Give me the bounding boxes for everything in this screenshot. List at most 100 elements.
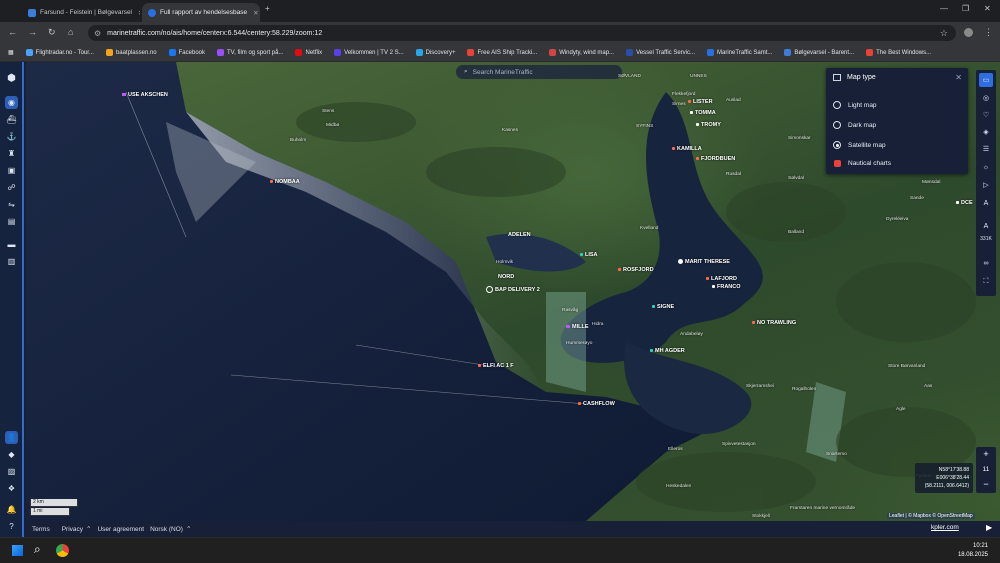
tab-farsund[interactable]: Farsund - Feistein | Bølgevarsel ✕ — [22, 3, 140, 22]
container-icon[interactable]: ▣ — [5, 164, 18, 177]
bookmark-item[interactable]: Windyty, wind map... — [549, 49, 614, 56]
reload-icon[interactable]: ↻ — [48, 27, 56, 38]
route-icon[interactable]: ⇋ — [5, 198, 18, 211]
vessel-marker[interactable]: SIGNE — [652, 304, 674, 310]
vessel-marker[interactable]: ELFI AC 1 F — [478, 363, 514, 369]
search-input[interactable]: ⌕ Search MarineTraffic — [456, 65, 622, 79]
footer-user-agreement[interactable]: User agreement — [97, 526, 144, 533]
bookmark-item[interactable]: TV, film og sport på... — [217, 49, 283, 56]
vessel-marker[interactable]: FRANCO — [712, 284, 741, 290]
vessel-marker[interactable]: LISA — [580, 252, 598, 258]
zoom-out-button[interactable]: − — [976, 479, 996, 489]
play-icon[interactable]: ▷ — [979, 178, 993, 192]
footer-language[interactable]: Norsk (NO) — [150, 526, 183, 533]
vessel-marker[interactable]: MARIT THERESE — [678, 259, 730, 265]
user-icon[interactable]: 👤 — [5, 431, 18, 444]
vessel-marker[interactable]: USE AKSCHEN — [122, 92, 168, 98]
map-type-dark[interactable]: Dark map — [833, 121, 876, 129]
bookmark-item[interactable]: baatplassen.no — [105, 49, 157, 56]
search-icon[interactable]: ⌕ — [34, 542, 41, 557]
vessel-marker[interactable]: NOMBAA — [270, 179, 300, 185]
footer-terms[interactable]: Terms — [32, 526, 50, 533]
vessel-marker[interactable]: ADELEN — [508, 232, 531, 238]
stack-icon[interactable]: ◈ — [979, 125, 993, 139]
anchor-icon[interactable]: ⚓ — [5, 130, 18, 143]
globe-icon[interactable]: ◉ — [5, 96, 18, 109]
menu-icon[interactable]: ⋮ — [984, 27, 993, 38]
tab-full-rapport[interactable]: Full rapport av hendelsesbase ✕ — [142, 3, 260, 22]
vessel-marker[interactable]: MH AGDER — [650, 348, 685, 354]
profile-avatar[interactable] — [964, 28, 973, 37]
bookmark-star-icon[interactable]: ☆ — [940, 28, 948, 39]
mapbox-attribution[interactable]: © Mapbox © OpenStreetMap — [908, 513, 973, 519]
bookmark-item[interactable]: Bølgevarsel - Barent... — [784, 49, 854, 56]
vessel-marker[interactable]: TROMY — [696, 122, 721, 128]
lighthouse-icon[interactable]: ♜ — [5, 147, 18, 160]
vessel-marker[interactable]: FJORDBUEN — [696, 156, 735, 162]
vessel-marker[interactable]: TOMMA — [690, 110, 716, 116]
kpler-link[interactable]: kpler.com — [931, 524, 959, 531]
link-icon[interactable]: ∞ — [979, 256, 993, 270]
site-info-icon[interactable]: ⚙ — [94, 29, 101, 38]
table-icon[interactable]: ▥ — [5, 255, 18, 268]
bookmark-item[interactable]: Velkommen | TV 2 S... — [334, 49, 404, 56]
map-type-satellite[interactable]: Satellite map — [833, 141, 886, 149]
chevron-up-icon[interactable]: ⌃ — [186, 525, 191, 533]
bookmark-item[interactable]: The Best Windows... — [866, 49, 931, 56]
bookmark-item[interactable]: Discovery+ — [415, 49, 455, 56]
tag-icon[interactable]: ◆ — [5, 448, 18, 461]
leaflet-link[interactable]: Leaflet — [889, 513, 904, 519]
network-icon[interactable]: ❖ — [5, 482, 18, 495]
help-icon[interactable]: ? — [5, 520, 18, 533]
address-bar[interactable]: ⚙ marinetraffic.com/no/ais/home/centerx:… — [88, 25, 956, 41]
bell-icon[interactable]: 🔔 — [5, 503, 18, 516]
back-icon[interactable]: ← — [8, 27, 17, 37]
home-icon[interactable]: ⌂ — [68, 27, 73, 37]
bookmark-item[interactable]: Flightradar.no - Tour... — [25, 49, 94, 56]
weather-icon[interactable]: ☼ — [979, 160, 993, 174]
window-close-icon[interactable]: ✕ — [984, 4, 991, 13]
vessel-count-icon[interactable]: A — [979, 219, 993, 233]
bookmark-item[interactable]: Facebook — [168, 49, 205, 56]
chevron-up-icon[interactable]: ⌃ — [86, 525, 91, 533]
fullscreen-icon[interactable]: ⛶ — [979, 275, 993, 289]
zoom-in-button[interactable]: + — [976, 449, 996, 459]
close-icon[interactable]: ✕ — [132, 9, 140, 17]
vessel-marker[interactable]: NO TRAWLING — [752, 320, 796, 326]
vessel-marker[interactable]: LISTER — [688, 99, 713, 105]
clipboard-icon[interactable]: ▨ — [5, 465, 18, 478]
vessel-marker[interactable]: NORD — [498, 274, 514, 280]
ship-icon[interactable]: ⛴ — [5, 113, 18, 126]
close-icon[interactable]: ✕ — [247, 9, 258, 17]
vessel-marker[interactable]: BAP DELIVERY 2 — [486, 286, 540, 293]
forward-icon[interactable]: → — [28, 27, 37, 37]
map-type-nautical[interactable]: Nautical charts — [833, 160, 891, 167]
vessel-marker[interactable]: ROSFJORD — [618, 267, 654, 273]
measure-icon[interactable]: A — [979, 196, 993, 210]
apps-icon[interactable]: ▦ — [8, 49, 14, 56]
windows-start-icon[interactable] — [12, 545, 23, 556]
database-icon[interactable]: ▤ — [5, 215, 18, 228]
restore-icon[interactable]: ❐ — [962, 4, 969, 13]
minimize-icon[interactable]: — — [940, 4, 948, 13]
layers-icon[interactable]: ◎ — [979, 91, 993, 105]
vessel-marker[interactable]: KAMILLA — [672, 146, 702, 152]
new-tab-button[interactable]: + — [265, 4, 270, 13]
vessel-marker[interactable]: CASHFLOW — [578, 401, 615, 407]
android-icon[interactable]: ▶ — [986, 523, 992, 532]
system-clock[interactable]: 10:21 18.08.2025 — [958, 542, 988, 560]
map-type-light[interactable]: Light map — [833, 101, 877, 109]
vessel-marker[interactable]: DCE — [956, 200, 973, 206]
marinetraffic-logo-icon[interactable]: ⬢ — [5, 72, 18, 85]
close-icon[interactable]: ✕ — [955, 73, 962, 82]
footer-privacy[interactable]: Privacy — [62, 526, 83, 533]
bookmark-item[interactable]: Free AIS Ship Tracki... — [467, 49, 537, 56]
filter-icon[interactable]: ♡ — [979, 108, 993, 122]
vessel-marker[interactable]: MILLE — [566, 324, 589, 330]
bookmark-item[interactable]: Vessel Traffic Servic... — [626, 49, 695, 56]
map-type-button[interactable]: ▭ — [979, 73, 993, 87]
bookmark-item[interactable]: Netflix — [295, 49, 322, 56]
antenna-icon[interactable]: ☍ — [5, 181, 18, 194]
density-icon[interactable]: ☰ — [979, 142, 993, 156]
vessel-marker[interactable]: LAFJORD — [706, 276, 737, 282]
